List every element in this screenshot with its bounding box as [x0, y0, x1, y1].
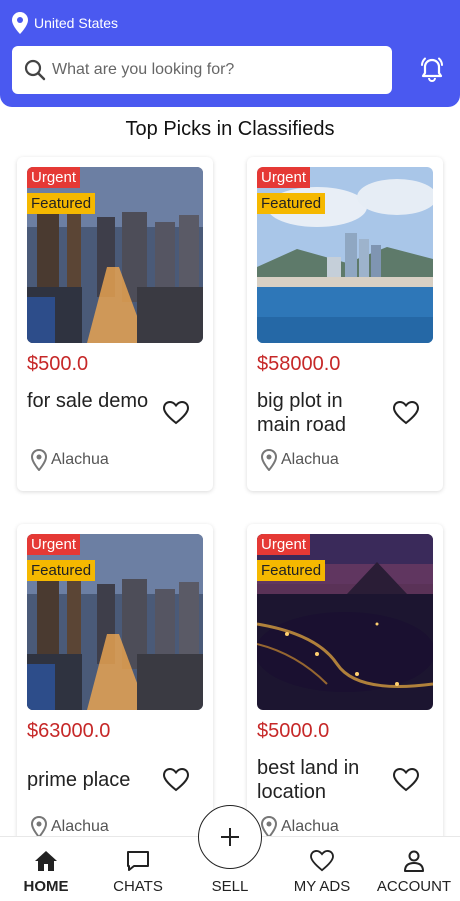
listing-location: Alachua: [261, 816, 339, 838]
location-pin-icon: [31, 816, 47, 838]
location-pin-icon: [12, 12, 28, 34]
urgent-badge: Urgent: [27, 534, 81, 555]
search-bar[interactable]: [12, 46, 392, 94]
home-icon: [35, 851, 57, 871]
listing-card[interactable]: Urgent Featured $58000.0 big plot in mai…: [247, 157, 443, 491]
search-input[interactable]: [52, 61, 372, 79]
listing-location: Alachua: [31, 816, 109, 838]
listing-title: for sale demo: [27, 390, 149, 412]
nav-my-ads-label: MY ADS: [293, 878, 351, 895]
featured-badge: Featured: [257, 560, 326, 581]
nav-chats-label: CHATS: [113, 878, 163, 895]
favorite-heart-icon[interactable]: [393, 768, 419, 792]
favorite-heart-icon[interactable]: [163, 768, 189, 792]
chat-icon: [127, 851, 149, 871]
listing-location: Alachua: [31, 449, 109, 471]
location-label: United States: [34, 15, 119, 31]
favorite-heart-icon[interactable]: [163, 401, 189, 425]
listing-image: Urgent Featured: [257, 534, 433, 710]
listing-price: $5000.0: [257, 720, 330, 742]
search-icon: [24, 59, 46, 81]
notification-bell-icon[interactable]: [418, 56, 446, 84]
section-title: Top Picks in Classifieds: [125, 118, 335, 140]
sell-button[interactable]: [198, 805, 262, 869]
nav-home[interactable]: HOME: [14, 837, 78, 901]
nav-chats[interactable]: CHATS: [104, 837, 172, 901]
listing-title: big plot in main road: [257, 390, 346, 436]
location-pin-icon: [261, 816, 277, 838]
listing-image: Urgent Featured: [257, 167, 433, 343]
listing-image: Urgent Featured: [27, 167, 203, 343]
urgent-badge: Urgent: [257, 167, 311, 188]
nav-account-label: ACCOUNT: [376, 878, 452, 895]
heart-icon: [310, 850, 334, 872]
location-pin-icon: [261, 449, 277, 471]
sell-label: SELL: [211, 878, 249, 895]
account-icon: [404, 850, 424, 872]
listing-card[interactable]: Urgent Featured $5000.0 best land in loc…: [247, 524, 443, 858]
location-selector[interactable]: United States: [12, 12, 118, 34]
urgent-badge: Urgent: [257, 534, 311, 555]
listing-location-label: Alachua: [51, 451, 109, 468]
nav-home-label: HOME: [23, 878, 69, 895]
listing-location-label: Alachua: [51, 818, 109, 835]
listing-image: Urgent Featured: [27, 534, 203, 710]
location-pin-icon: [31, 449, 47, 471]
top-header: United States: [0, 0, 460, 107]
listing-title: best land in location: [257, 757, 360, 803]
listing-card[interactable]: Urgent Featured $63000.0 prime place Ala…: [17, 524, 213, 858]
featured-badge: Featured: [27, 193, 96, 214]
listing-location: Alachua: [261, 449, 339, 471]
featured-badge: Featured: [27, 560, 96, 581]
featured-badge: Featured: [257, 193, 326, 214]
listing-price: $500.0: [27, 353, 89, 375]
favorite-heart-icon[interactable]: [393, 401, 419, 425]
listing-card[interactable]: Urgent Featured $500.0 for sale demo Ala…: [17, 157, 213, 491]
listing-title: prime place: [27, 769, 131, 791]
listing-price: $58000.0: [257, 353, 341, 375]
listing-location-label: Alachua: [281, 451, 339, 468]
nav-account[interactable]: ACCOUNT: [372, 837, 456, 901]
plus-icon: [221, 828, 239, 846]
listing-price: $63000.0: [27, 720, 111, 742]
urgent-badge: Urgent: [27, 167, 81, 188]
nav-my-ads[interactable]: MY ADS: [282, 837, 362, 901]
listing-location-label: Alachua: [281, 818, 339, 835]
